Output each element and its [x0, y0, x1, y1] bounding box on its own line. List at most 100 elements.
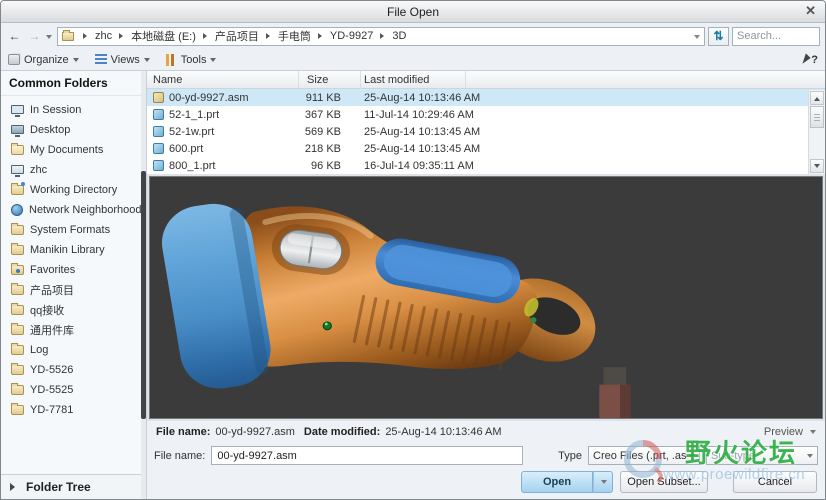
sidebar-item[interactable]: System Formats — [1, 220, 146, 240]
filename-row: File name: Type Creo Files (.prt, .asm S… — [147, 442, 825, 469]
organize-menu[interactable]: Organize — [8, 54, 79, 66]
sidebar-item[interactable]: Working Directory — [1, 180, 146, 200]
chevron-down-icon — [807, 454, 813, 461]
sidebar-item[interactable]: 通用件库 — [1, 320, 146, 340]
title-bar[interactable]: File Open ✕ — [1, 1, 825, 23]
sidebar-item[interactable]: qq接收 — [1, 300, 146, 320]
sidebar-item[interactable]: Network Neighborhood — [1, 200, 146, 220]
close-icon[interactable]: ✕ — [805, 4, 816, 18]
type-dropdown[interactable]: Creo Files (.prt, .asm — [588, 446, 700, 465]
organize-icon — [8, 54, 20, 65]
breadcrumb[interactable]: zhc 本地磁盘 (E:) 产品项目 手电筒 — [57, 27, 705, 46]
context-help-icon[interactable]: ? — [804, 54, 818, 66]
selected-file-date: 25-Aug-14 10:13:46 AM — [385, 426, 501, 438]
breadcrumb-segment[interactable]: YD-9927 — [311, 30, 373, 42]
sidebar-item-icon — [11, 165, 24, 174]
filename-input[interactable] — [211, 446, 523, 465]
sidebar-item[interactable]: Favorites — [1, 260, 146, 280]
history-caret-icon[interactable] — [46, 35, 52, 42]
views-icon — [95, 54, 107, 65]
sidebar-item-icon — [11, 185, 24, 195]
address-dropdown-caret-icon[interactable] — [694, 35, 700, 42]
file-type-icon — [153, 92, 164, 103]
buttons-row: Open Open Subset... Cancel — [147, 469, 825, 499]
sidebar-scrollbar-thumb[interactable] — [141, 171, 146, 419]
table-row[interactable]: 00-yd-9927.asm 911 KB 25-Aug-14 10:13:46… — [147, 89, 825, 106]
open-subset-button[interactable]: Open Subset... — [620, 471, 708, 493]
sidebar-item[interactable]: Manikin Library — [1, 240, 146, 260]
cancel-button[interactable]: Cancel — [733, 471, 817, 493]
sidebar: Common Folders In Session Desktop — [1, 71, 147, 499]
sidebar-item[interactable]: My Documents — [1, 140, 146, 160]
open-options-caret[interactable] — [593, 471, 613, 493]
column-header-name[interactable]: Name — [147, 71, 299, 88]
sidebar-item-icon — [11, 204, 23, 216]
selected-file-name: 00-yd-9927.asm — [215, 426, 295, 438]
dialog-title: File Open — [387, 5, 439, 19]
sidebar-item-icon — [11, 325, 24, 335]
sidebar-item-icon — [11, 245, 24, 255]
breadcrumb-segment[interactable]: 手电筒 — [259, 28, 311, 44]
breadcrumb-separator-icon — [266, 33, 273, 39]
breadcrumb-segment[interactable]: zhc — [76, 30, 112, 42]
file-type-icon — [153, 126, 164, 137]
chevron-down-icon — [73, 58, 79, 65]
sidebar-item[interactable]: Log — [1, 340, 146, 360]
sidebar-item-icon — [11, 365, 24, 375]
table-row[interactable]: 52-1w.prt 569 KB 25-Aug-14 10:13:45 AM — [147, 123, 825, 140]
scroll-down-icon[interactable] — [810, 159, 824, 173]
breadcrumb-separator-icon — [119, 33, 126, 39]
preview-3d-viewport[interactable] — [149, 176, 823, 419]
back-arrow-icon[interactable]: ← — [6, 28, 23, 45]
sidebar-item-icon — [11, 265, 24, 275]
breadcrumb-list: zhc 本地磁盘 (E:) 产品项目 手电筒 — [76, 28, 406, 44]
tools-menu[interactable]: Tools — [166, 54, 217, 66]
breadcrumb-separator-icon — [203, 33, 210, 39]
breadcrumb-separator-icon — [318, 33, 325, 39]
sidebar-item-icon — [11, 385, 24, 395]
sidebar-header: Common Folders — [1, 71, 146, 96]
preview-toggle[interactable]: Preview — [764, 426, 816, 438]
subtype-dropdown[interactable]: Sub-type — [706, 446, 818, 465]
breadcrumb-segment[interactable]: 3D — [373, 30, 406, 42]
breadcrumb-segment[interactable]: 产品项目 — [196, 28, 259, 44]
sidebar-item[interactable]: zhc — [1, 160, 146, 180]
sidebar-item[interactable]: YD-7781 — [1, 400, 146, 420]
open-button[interactable]: Open — [521, 471, 593, 493]
tools-icon — [166, 54, 177, 66]
sidebar-item[interactable]: In Session — [1, 100, 146, 120]
sidebar-item-icon — [11, 405, 24, 415]
search-input[interactable] — [732, 27, 820, 46]
table-row[interactable]: 800_1.prt 96 KB 16-Jul-14 09:35:11 AM — [147, 157, 825, 174]
sidebar-item-icon — [11, 285, 24, 295]
column-header-size[interactable]: Size — [299, 71, 361, 88]
address-bar: ← → zhc 本地磁盘 (E:) — [1, 23, 825, 49]
sidebar-item-icon — [11, 345, 24, 355]
table-row[interactable]: 600.prt 218 KB 25-Aug-14 10:13:45 AM — [147, 140, 825, 157]
sidebar-item[interactable]: 产品项目 — [1, 280, 146, 300]
file-table: Name Size Last modified 00-yd-9927.asm 9… — [147, 71, 825, 174]
chevron-down-icon — [601, 480, 607, 487]
column-header-modified[interactable]: Last modified — [361, 71, 466, 88]
breadcrumb-segment[interactable]: 本地磁盘 (E:) — [112, 28, 196, 44]
table-scrollbar[interactable] — [808, 90, 825, 174]
dialog-body: Common Folders In Session Desktop — [1, 71, 825, 499]
chevron-down-icon — [144, 58, 150, 65]
chevron-down-icon — [210, 58, 216, 65]
folder-tree-toggle[interactable]: Folder Tree — [1, 474, 146, 499]
folder-icon — [62, 32, 74, 41]
forward-arrow-icon[interactable]: → — [26, 28, 43, 45]
main-panel: Name Size Last modified 00-yd-9927.asm 9… — [147, 71, 825, 499]
refresh-icon[interactable]: ⇅ — [708, 27, 729, 46]
sidebar-scrollbar[interactable] — [141, 71, 146, 499]
sidebar-item[interactable]: YD-5526 — [1, 360, 146, 380]
breadcrumb-separator-icon — [83, 33, 90, 39]
table-row[interactable]: 52-1_1.prt 367 KB 11-Jul-14 10:29:46 AM — [147, 106, 825, 123]
table-scrollbar-thumb[interactable] — [810, 106, 824, 128]
scroll-up-icon[interactable] — [810, 91, 824, 105]
views-menu[interactable]: Views — [95, 54, 150, 66]
column-header-filler — [466, 71, 825, 88]
sidebar-item[interactable]: YD-5525 — [1, 380, 146, 400]
file-type-icon — [153, 143, 164, 154]
sidebar-item[interactable]: Desktop — [1, 120, 146, 140]
